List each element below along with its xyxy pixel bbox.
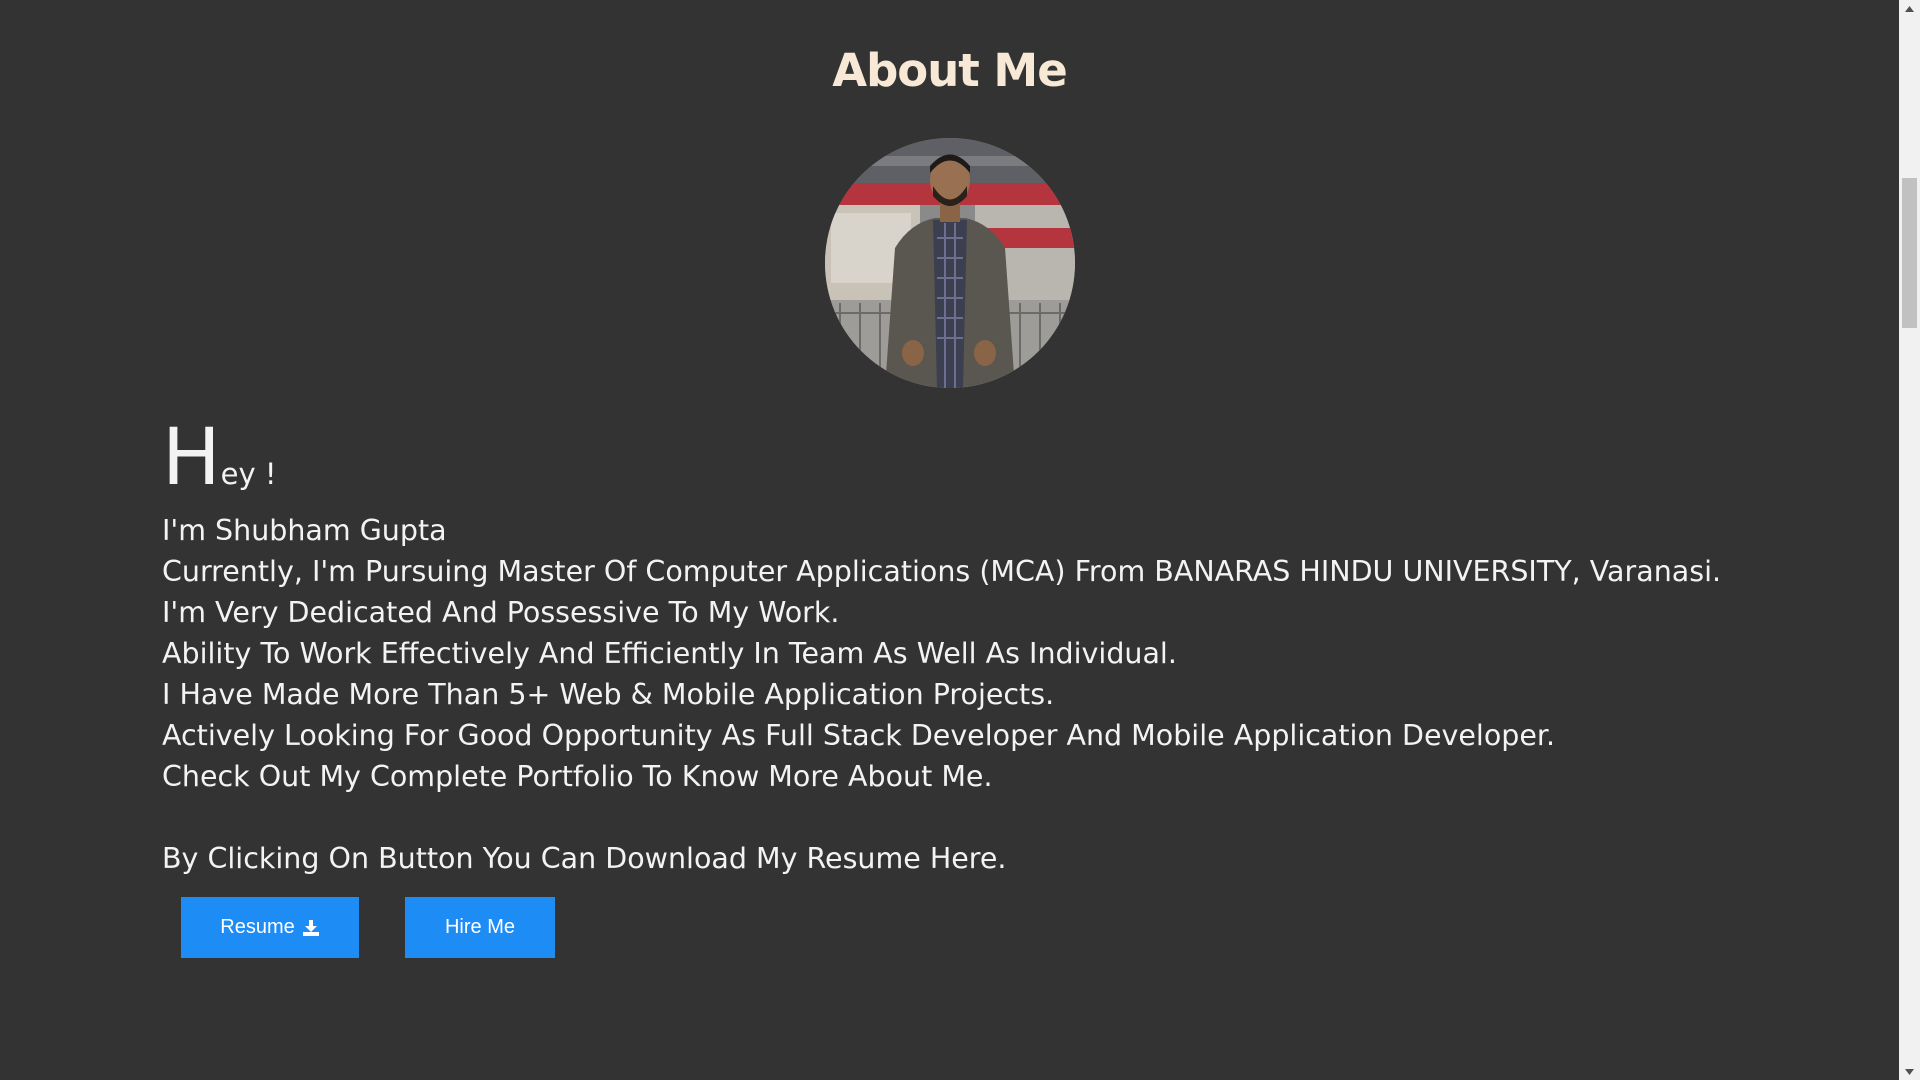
greeting: Hey !	[162, 418, 1862, 498]
resume-download-button[interactable]: Resume	[181, 897, 359, 958]
intro-teamwork: Ability To Work Effectively And Efficien…	[162, 637, 1177, 670]
intro-projects: I Have Made More Than 5+ Web & Mobile Ap…	[162, 678, 1055, 711]
resume-note: By Clicking On Button You Can Download M…	[162, 842, 1007, 875]
page-scrollbar[interactable]	[1899, 0, 1920, 1080]
download-icon	[302, 919, 320, 937]
about-page: About Me Hey ! I'm Shubham Gupta Current…	[0, 0, 1899, 1080]
hire-button-label: Hire Me	[444, 916, 515, 938]
intro-dedication: I'm Very Dedicated And Possessive To My …	[162, 596, 840, 629]
about-content: Hey ! I'm Shubham Gupta Currently, I'm P…	[162, 418, 1862, 879]
profile-photo	[825, 138, 1075, 388]
intro-education: Currently, I'm Pursuing Master Of Comput…	[162, 555, 1722, 588]
scroll-down-arrow-icon[interactable]	[1899, 1063, 1920, 1080]
hire-me-button[interactable]: Hire Me	[405, 897, 555, 958]
profile-avatar	[825, 138, 1075, 388]
resume-button-label: Resume	[220, 916, 295, 938]
intro-opportunity: Actively Looking For Good Opportunity As…	[162, 719, 1556, 752]
greeting-rest: ey !	[220, 457, 277, 491]
intro-portfolio: Check Out My Complete Portfolio To Know …	[162, 760, 993, 793]
greeting-initial: H	[162, 413, 221, 503]
intro-name: I'm Shubham Gupta	[162, 514, 447, 547]
scroll-up-arrow-icon[interactable]	[1899, 0, 1920, 17]
scrollbar-thumb[interactable]	[1902, 178, 1917, 328]
section-title: About Me	[832, 44, 1067, 97]
